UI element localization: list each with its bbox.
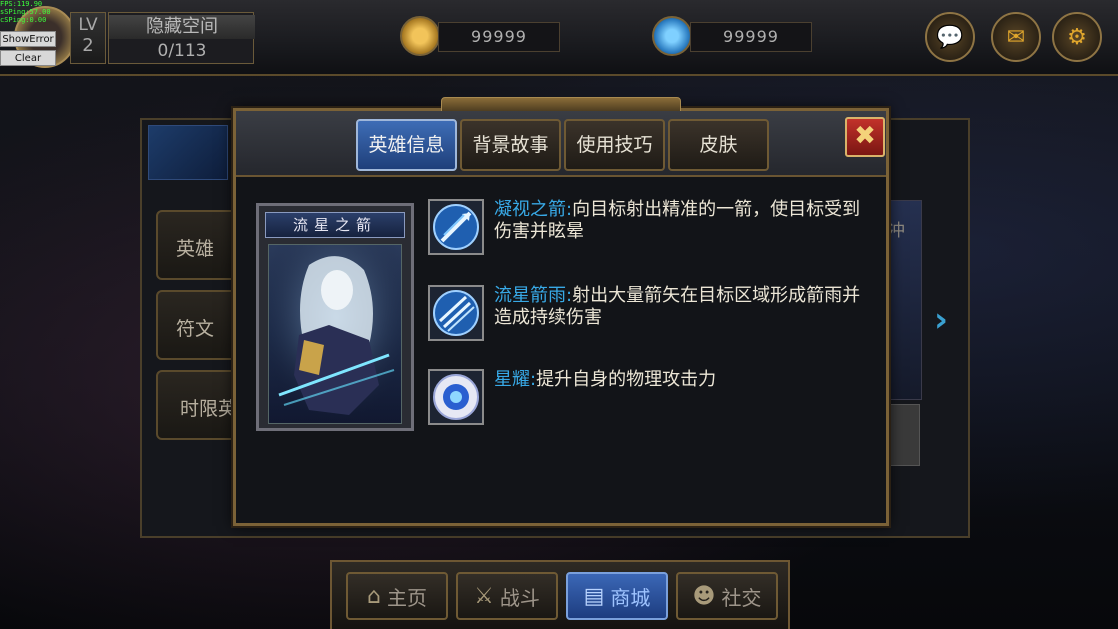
- skill-description-block: 星耀:提升自身的物理攻击力: [494, 369, 868, 391]
- modal-header: 英雄信息 背景故事 使用技巧 皮肤 ✖: [236, 111, 886, 177]
- show-error-button[interactable]: ShowError: [0, 31, 56, 47]
- arrow-rain-skill-icon[interactable]: [428, 285, 484, 341]
- home-icon: ⌂: [367, 583, 381, 609]
- tab-skins[interactable]: 皮肤: [668, 119, 769, 171]
- room-count: 0/113: [157, 41, 207, 61]
- modal-tabs: 英雄信息 背景故事 使用技巧 皮肤: [356, 119, 769, 171]
- level-label: LV: [78, 15, 98, 35]
- mail-button[interactable]: ✉: [991, 12, 1041, 62]
- tab-background-story[interactable]: 背景故事: [460, 119, 561, 171]
- debug-server-ping: sSPing:57.00: [0, 8, 51, 16]
- side-tab-rune[interactable]: 符文: [156, 290, 242, 360]
- settings-button[interactable]: ⚙: [1052, 12, 1102, 62]
- swords-icon: ⚔: [474, 583, 494, 609]
- close-button[interactable]: ✖: [845, 117, 885, 157]
- skill-name: 凝视之箭: [494, 199, 566, 220]
- nav-social-button[interactable]: ☻ 社交: [676, 572, 778, 620]
- cart-icon: ▤: [583, 583, 605, 609]
- next-arrow-icon[interactable]: ›: [934, 300, 948, 340]
- right-card-label: 冲: [888, 221, 905, 241]
- chat-button[interactable]: 💬: [925, 12, 975, 62]
- envelope-icon: ✉: [1006, 24, 1026, 50]
- nav-battle-label: 战斗: [499, 585, 540, 610]
- right-gray-slot: [888, 404, 920, 466]
- skill-name: 星耀: [494, 369, 530, 390]
- close-icon: ✖: [854, 121, 876, 151]
- level-value: 2: [82, 35, 94, 56]
- hero-portrait-card: 流星之箭: [256, 203, 414, 431]
- nav-shop-button[interactable]: ▤ 商城: [566, 572, 668, 620]
- hero-portrait-art: [268, 244, 402, 424]
- debug-overlay: FPS:119.90 sSPing:57.00 cSPing:0.00: [0, 0, 51, 24]
- debug-fps: FPS:119.90: [0, 0, 43, 8]
- diamond-icon: [652, 16, 692, 56]
- skill-description-block: 凝视之箭:向目标射出精准的一箭，使目标受到伤害并眩晕: [494, 199, 868, 243]
- nav-battle-button[interactable]: ⚔ 战斗: [456, 572, 558, 620]
- side-tab-hero[interactable]: 英雄: [156, 210, 242, 280]
- tab-usage-tips[interactable]: 使用技巧: [564, 119, 665, 171]
- gold-coin-icon: [400, 16, 440, 56]
- modal-body: 流星之箭 凝视之箭:向目标射出精准的一箭，使目标受到伤害并眩晕 流星箭雨:射出大…: [236, 177, 886, 523]
- skill-name: 流星箭雨: [494, 285, 566, 306]
- tab-hero-info[interactable]: 英雄信息: [356, 119, 457, 171]
- panel-header-banner: [148, 125, 228, 180]
- arrow-skill-icon[interactable]: [428, 199, 484, 255]
- gold-value: 99999: [438, 22, 560, 52]
- gold-resource: 99999: [400, 16, 562, 56]
- room-info: 隐藏空间 0/113: [108, 12, 255, 64]
- debug-client-ping: cSPing:0.00: [0, 16, 47, 24]
- room-title: 隐藏空间: [109, 15, 255, 39]
- gem-value: 99999: [690, 22, 812, 52]
- gear-icon: ⚙: [1067, 24, 1087, 50]
- bottom-navigation: ⌂ 主页 ⚔ 战斗 ▤ 商城 ☻ 社交: [330, 560, 790, 629]
- side-tab-limited[interactable]: 时限英: [156, 370, 242, 440]
- people-icon: ☻: [692, 583, 716, 609]
- level-box: LV 2: [70, 12, 106, 64]
- hero-name: 流星之箭: [265, 212, 405, 238]
- nav-shop-label: 商城: [610, 585, 651, 610]
- nav-social-label: 社交: [721, 585, 762, 610]
- star-orb-skill-icon[interactable]: [428, 369, 484, 425]
- chat-bubble-icon: 💬: [936, 24, 964, 50]
- gem-resource: 99999: [652, 16, 814, 56]
- clear-button[interactable]: Clear: [0, 50, 56, 66]
- skill-description: 提升自身的物理攻击力: [536, 369, 717, 390]
- hero-info-modal: 英雄信息 背景故事 使用技巧 皮肤 ✖ 流星之箭 凝视之箭:向目标射出精准的一箭…: [233, 97, 889, 526]
- nav-home-button[interactable]: ⌂ 主页: [346, 572, 448, 620]
- skill-description-block: 流星箭雨:射出大量箭矢在目标区域形成箭雨并造成持续伤害: [494, 285, 868, 329]
- nav-home-label: 主页: [386, 585, 427, 610]
